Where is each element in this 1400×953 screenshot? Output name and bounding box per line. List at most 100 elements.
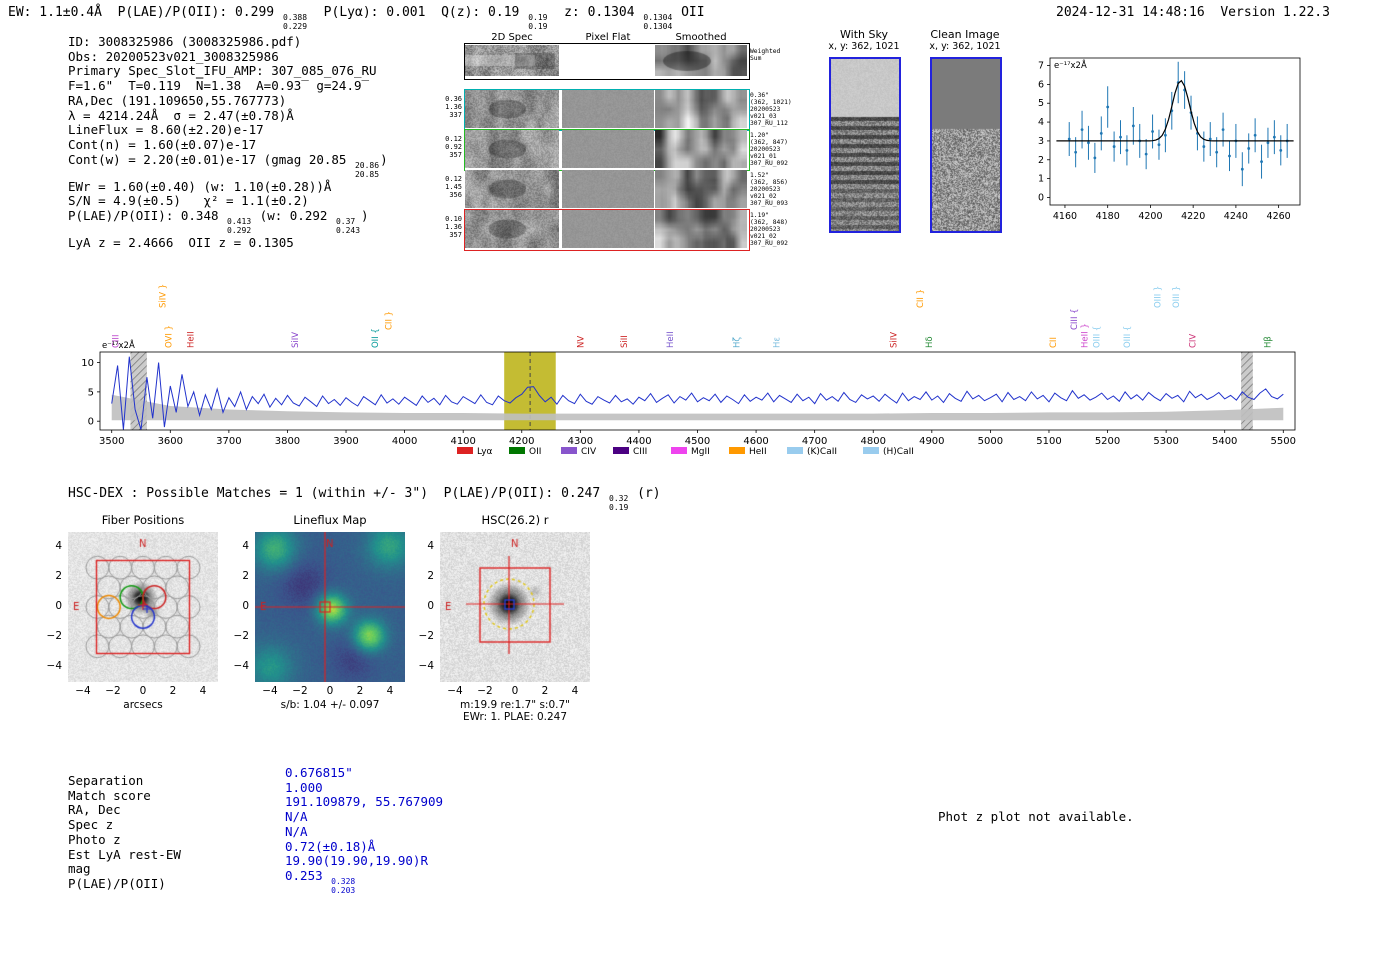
data-point: [1157, 143, 1161, 147]
weighted-sum-line: Sum: [750, 55, 762, 63]
legend-label: HeII: [749, 447, 767, 457]
data-point: [1099, 131, 1103, 135]
match-value: 0.676815": [285, 765, 443, 781]
text-segment: (w: 0.292: [252, 207, 335, 223]
plot-box: [1049, 57, 1301, 206]
y-tick-label: 4: [1038, 117, 1044, 128]
cutout-right-label: v021_02: [750, 193, 777, 201]
cutout-row-right-labels: 0.36" (362, 1021) 20200523 v021_03 307_RU_11…: [750, 92, 792, 127]
x-tick-label: 3900: [333, 436, 358, 447]
x-tick-label: 0: [511, 685, 519, 697]
cutout-left-label: 1.36: [445, 223, 462, 231]
data-point: [1067, 137, 1071, 141]
cleanimage-image: [930, 57, 1002, 233]
cleanimage-coords: x, y: 362, 1021: [929, 41, 1001, 52]
text-segment: (r): [629, 486, 661, 501]
data-point: [1093, 156, 1097, 160]
full-spectrum-svg: 3500 3600 3700 3800 3900 4000 4100 4200 4300 4400…: [81, 284, 1296, 457]
pixelflat-strip: [562, 210, 654, 248]
x-tick-label: 4900: [919, 436, 944, 447]
x-tick-label: 4100: [450, 436, 475, 447]
stacked-uncertainty: 0.413 0.292: [227, 216, 252, 235]
line-id-label: Hε: [773, 337, 783, 348]
text-segment: HSC-DEX : Possible Matches = 1 (within +…: [68, 486, 609, 501]
cutout-left-label: 0.10: [445, 215, 462, 223]
data-point: [1208, 137, 1212, 141]
line-id-label: CII }: [916, 289, 926, 308]
legend-swatch: [863, 447, 879, 454]
cutout-left-label: 0.12: [445, 135, 462, 143]
text-segment: 191.109879, 55.767909: [285, 794, 444, 810]
x-tick-label: −4: [262, 685, 278, 697]
info-line: P(LAE)/P(OII): 0.348 0.413 0.292 (w: 0.29…: [68, 207, 388, 236]
y-tick-label: 2: [55, 570, 62, 582]
withsky-image: [829, 57, 901, 233]
stacked-uncertainty: 0.32 0.19: [609, 494, 629, 512]
match-table-values: 0.676815" 1.000 191.109879, 55.767909 N/A N/…: [285, 765, 444, 896]
line-id-label: CIV: [1188, 334, 1198, 348]
x-tick-label: 4400: [626, 436, 651, 447]
text-segment: Obs: 20200523v021_3008325986: [68, 48, 279, 64]
header-summary: EW: 1.1±0.4Å P(LAE)/P(OII): 0.299 0.388 0…: [8, 5, 705, 32]
line-fit-plot: 4160 4180 4200 4220 4240 4260 0 1 2 3 4 5 6 7 e⁻¹⁷x2Å: [1020, 38, 1335, 247]
legend-swatch: [787, 447, 803, 454]
smoothed-strip: [655, 90, 747, 128]
cutout-right-label: (362, 848): [750, 219, 788, 227]
cutout-right-label: 307_RU_093: [750, 200, 788, 208]
legend-label: CIII: [633, 447, 647, 457]
line-id-label: CII: [1049, 337, 1059, 348]
y-tick-label: 3: [1038, 136, 1044, 147]
y-tick-label: −2: [46, 630, 62, 642]
x-tick-label: 4180: [1096, 211, 1120, 222]
fiber-positions-xlabel: arcsecs: [123, 699, 163, 711]
hsc-cutout-image: [440, 532, 590, 682]
x-tick-label: 4700: [802, 436, 827, 447]
match-table-labels: Separation Match score RA, Dec Spec z Photo …: [68, 773, 181, 892]
cutout-right-label: v021_01: [750, 153, 777, 161]
2dspec-strip: [465, 130, 559, 168]
match-label: RA, Dec: [68, 802, 121, 818]
cutout-left-label: 1.36: [445, 103, 462, 111]
pixelflat-strip: [562, 90, 654, 128]
cutout-left-label: 0.12: [445, 175, 462, 183]
column-header-2dspec: 2D Spec: [491, 32, 533, 43]
text-segment: N/A: [285, 823, 308, 839]
x-tick-label: 4600: [743, 436, 768, 447]
stacked-uncertainty: 0.1304 0.1304: [643, 13, 673, 31]
cutout-left-label: 357: [449, 231, 462, 239]
fiber-positions-title: Fiber Positions: [101, 513, 185, 527]
stacked-uncertainty: 20.86 20.85: [354, 160, 380, 179]
y-tick-label: 0: [88, 417, 94, 428]
x-tick-label: 4: [571, 685, 579, 697]
cutout-right-label: v021_03: [750, 113, 777, 121]
x-tick-label: −4: [447, 685, 463, 697]
hsc-match-summary: HSC-DEX : Possible Matches = 1 (within +…: [68, 486, 661, 513]
withsky-coords: x, y: 362, 1021: [828, 41, 900, 52]
match-value: N/A: [285, 809, 443, 825]
line-id-label: OIII {: [1123, 326, 1133, 348]
line-id-label: Hβ: [1263, 336, 1273, 348]
line-id-label: Hζ: [733, 337, 743, 348]
line-id-label: OVI }: [164, 325, 174, 348]
smoothed-strip: [655, 210, 747, 248]
data-point: [1112, 145, 1116, 148]
legend-swatch: [561, 447, 577, 454]
data-point: [1131, 124, 1135, 128]
x-tick-label: 3700: [216, 436, 241, 447]
legend-label: (K)CaII: [807, 447, 837, 457]
match-label: Est LyA rest-EW: [68, 846, 181, 862]
x-tick-label: 4220: [1181, 211, 1205, 222]
x-tick-label: −4: [75, 685, 91, 697]
noise-band: [111, 394, 1284, 421]
match-value: 0.253 0.328 0.203: [285, 868, 443, 896]
lineflux-map-caption: s/b: 1.04 +/- 0.097: [280, 699, 380, 711]
weighted-sum-line: Weighted: [750, 48, 781, 55]
x-tick-label: 5300: [1153, 436, 1178, 447]
info-line: RA,Dec (191.109650,55.767773): [68, 93, 388, 109]
x-tick-label: 4200: [1138, 211, 1162, 222]
cutout-row-left-labels: 0.36 1.36 337: [440, 95, 462, 119]
cutout-right-label: 0.36": [750, 92, 769, 99]
match-value: N/A: [285, 823, 443, 840]
cutout-right-label: 1.19": [750, 212, 769, 219]
pixelflat-strip: [562, 130, 654, 168]
